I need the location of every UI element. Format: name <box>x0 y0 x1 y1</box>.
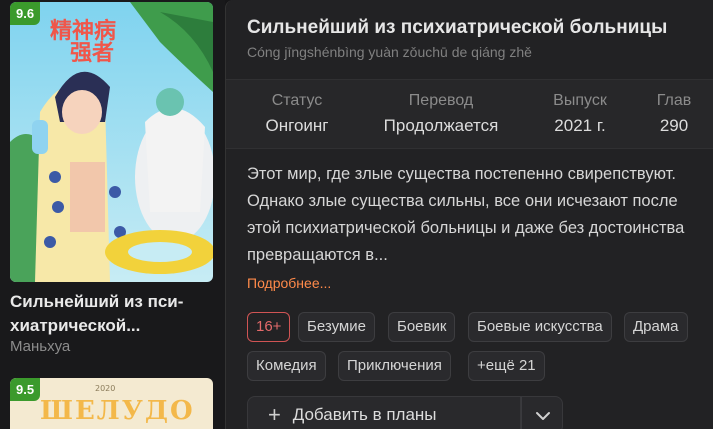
stat-chapters: Глав 290 <box>646 90 702 140</box>
stat-label: Глав <box>656 92 692 109</box>
tag[interactable]: Комедия <box>247 351 326 381</box>
plans-dropdown-button[interactable] <box>521 396 563 429</box>
stat-release: Выпуск 2021 г. <box>544 90 616 140</box>
stat-value: Онгоинг <box>265 116 329 135</box>
stats-bar: Статус Онгоинг Перевод Продолжается Выпу… <box>226 79 713 149</box>
stat-label: Выпуск <box>553 92 607 109</box>
popup-subtitle: Cóng jīngshénbìng yuàn zǒuchū de qiáng z… <box>247 44 532 60</box>
cover-illustration: 精神病 强者 <box>10 2 213 282</box>
manga-cover-card[interactable]: 2020 ШЕЛУДО 9.5 <box>10 378 213 429</box>
rating-badge: 9.6 <box>10 2 41 25</box>
title-preview-popup: Сильнейший из психиатрической больницы C… <box>225 0 713 429</box>
stat-value: 2021 г. <box>554 116 606 135</box>
tag-age-rating[interactable]: 16+ <box>247 312 291 342</box>
card-title[interactable]: Сильнейший из пси-хиатрической... <box>10 290 215 338</box>
popup-title[interactable]: Сильнейший из психиатрической больницы <box>247 17 667 39</box>
rating-badge: 9.5 <box>10 378 41 401</box>
description: Этот мир, где злые существа постепенно с… <box>247 161 702 269</box>
more-tags-button[interactable]: +ещё 21 <box>468 351 545 381</box>
add-to-plans-button[interactable]: + Добавить в планы <box>247 396 521 429</box>
tag[interactable]: Приключения <box>338 351 451 381</box>
tag[interactable]: Боевик <box>388 312 456 342</box>
manga-cover-card[interactable]: 精神病 强者 9.6 <box>10 2 213 282</box>
stat-translation: Перевод Продолжается <box>371 90 511 140</box>
stat-value: 290 <box>659 116 689 135</box>
card-type: Маньхуа <box>10 338 71 355</box>
description-text: Этот мир, где злые существа постепенно с… <box>247 165 685 264</box>
cover-caption: 2020 <box>95 384 116 393</box>
stat-value: Продолжается <box>383 116 499 135</box>
stat-status: Статус Онгоинг <box>256 90 338 140</box>
plus-icon: + <box>268 402 281 427</box>
catalog-column: 精神病 强者 9.6 Сильнейший из пси-хиатрическо… <box>0 0 225 429</box>
tag[interactable]: Драма <box>624 312 688 342</box>
tag[interactable]: Боевые искусства <box>468 312 612 342</box>
add-to-plans-label: Добавить в планы <box>292 405 437 424</box>
cover-logo-line2: 强者 <box>70 41 114 66</box>
stat-label: Перевод <box>408 92 474 109</box>
stat-label: Статус <box>271 92 323 109</box>
read-more-link[interactable]: Подробнее... <box>247 275 331 291</box>
cover-logo: ШЕЛУДО <box>40 396 195 426</box>
chevron-down-icon <box>536 412 550 420</box>
tag[interactable]: Безумие <box>298 312 375 342</box>
